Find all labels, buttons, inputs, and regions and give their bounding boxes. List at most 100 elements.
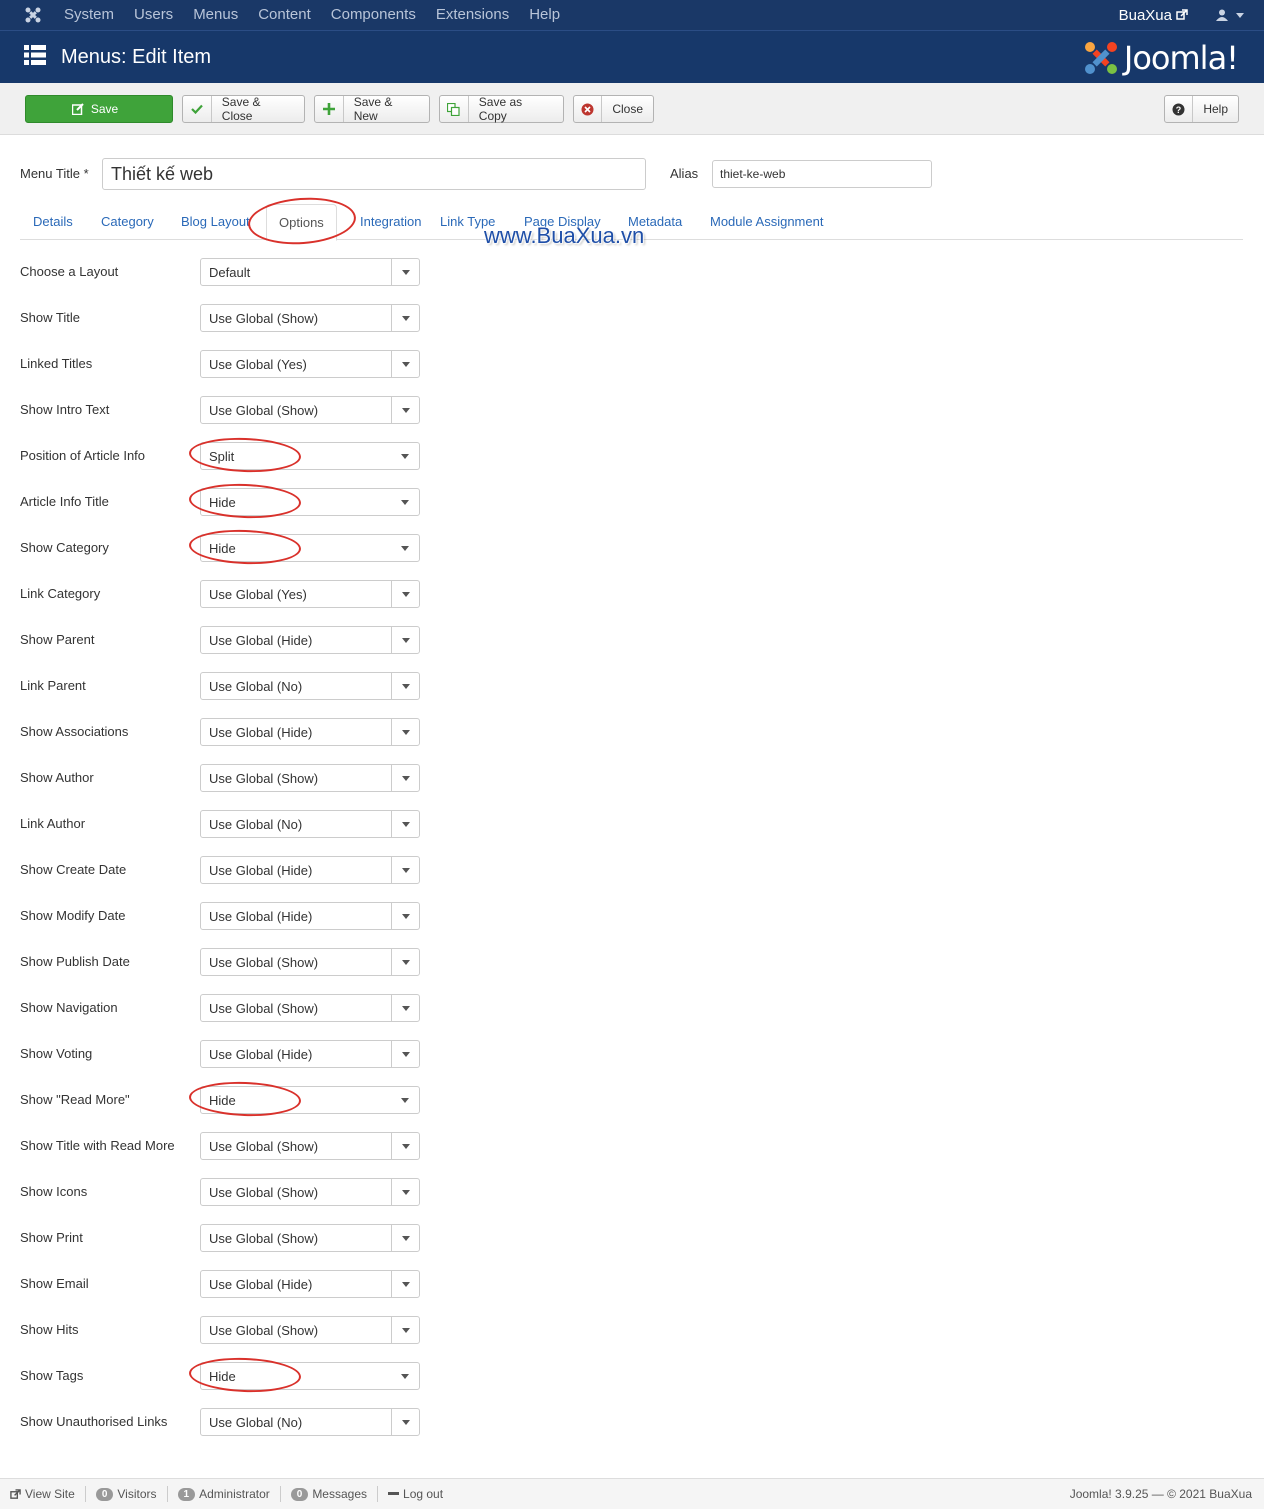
option-value: Use Global (Show): [209, 771, 319, 786]
menu-users[interactable]: Users: [124, 0, 183, 30]
option-value: Use Global (Yes): [209, 587, 307, 602]
menu-help[interactable]: Help: [519, 0, 570, 30]
caret-down-icon: [1236, 12, 1244, 18]
option-select-article-info-title[interactable]: Hide: [200, 488, 420, 516]
option-select-show-category[interactable]: Hide: [200, 534, 420, 562]
option-label-show-title: Show Title: [20, 310, 80, 325]
option-label-link-author: Link Author: [20, 816, 86, 831]
site-name: BuaXua: [1118, 6, 1172, 24]
option-select-show-read-more[interactable]: Hide: [200, 1086, 420, 1114]
chevron-down-icon: [391, 673, 419, 699]
option-label-position-of-article-info: Position of Article Info: [20, 448, 146, 463]
tab-category[interactable]: Category: [101, 214, 154, 229]
menu-menus[interactable]: Menus: [183, 0, 248, 30]
chevron-down-icon: [391, 397, 419, 423]
menu-components[interactable]: Components: [321, 0, 426, 30]
tab-module-assignment[interactable]: Module Assignment: [710, 214, 823, 229]
option-value: Use Global (Show): [209, 955, 319, 970]
save-close-button[interactable]: Save & Close: [182, 95, 305, 123]
option-select-show-title-with-read-more[interactable]: Use Global (Show): [200, 1132, 420, 1160]
option-select-show-icons[interactable]: Use Global (Show): [200, 1178, 420, 1206]
option-select-link-author[interactable]: Use Global (No): [200, 810, 420, 838]
option-select-show-author[interactable]: Use Global (Show): [200, 764, 420, 792]
view-site-label: View Site: [25, 1487, 75, 1501]
external-link-icon: [1176, 9, 1188, 20]
option-select-show-voting[interactable]: Use Global (Hide): [200, 1040, 420, 1068]
save-button[interactable]: Save: [25, 95, 173, 123]
option-label-show-tags: Show Tags: [20, 1368, 84, 1383]
option-select-choose-a-layout[interactable]: Default: [200, 258, 420, 286]
option-value: Split: [209, 449, 235, 464]
option-select-show-hits[interactable]: Use Global (Show): [200, 1316, 420, 1344]
save-new-button[interactable]: Save & New: [314, 95, 430, 123]
user-menu[interactable]: [1216, 9, 1244, 21]
view-site-link[interactable]: View Site: [0, 1486, 86, 1502]
save-copy-button[interactable]: Save as Copy: [439, 95, 564, 123]
chevron-down-icon: [391, 627, 419, 653]
chevron-down-icon: [391, 259, 419, 285]
option-label-show-author: Show Author: [20, 770, 94, 785]
option-select-show-title[interactable]: Use Global (Show): [200, 304, 420, 332]
option-select-show-publish-date[interactable]: Use Global (Show): [200, 948, 420, 976]
option-select-linked-titles[interactable]: Use Global (Yes): [200, 350, 420, 378]
save-new-label: Save & New: [353, 95, 393, 123]
chevron-down-icon: [391, 765, 419, 791]
chevron-down-icon: [391, 1409, 419, 1435]
option-select-show-parent[interactable]: Use Global (Hide): [200, 626, 420, 654]
option-select-show-navigation[interactable]: Use Global (Show): [200, 994, 420, 1022]
option-value: Use Global (Show): [209, 1185, 319, 1200]
option-select-show-create-date[interactable]: Use Global (Hide): [200, 856, 420, 884]
option-select-show-intro-text[interactable]: Use Global (Show): [200, 396, 420, 424]
save-label: Save: [90, 102, 119, 116]
plus-icon: [315, 96, 344, 122]
help-button[interactable]: ? Help: [1164, 95, 1239, 123]
watermark: www.BuaXua.vn: [484, 223, 645, 248]
site-link[interactable]: BuaXua: [1119, 7, 1188, 24]
option-select-show-unauthorised-links[interactable]: Use Global (No): [200, 1408, 420, 1436]
close-button[interactable]: Close: [573, 95, 654, 123]
tab-options[interactable]: Options: [266, 204, 337, 241]
chevron-down-icon: [391, 1363, 419, 1389]
administrator-link[interactable]: 1 Administrator: [168, 1486, 281, 1502]
option-select-show-print[interactable]: Use Global (Show): [200, 1224, 420, 1252]
edit-icon: [70, 96, 86, 122]
alias-input[interactable]: thiet-ke-web: [712, 160, 932, 188]
chevron-down-icon: [391, 535, 419, 561]
tab-integration[interactable]: Integration: [360, 214, 421, 229]
chevron-down-icon: [391, 719, 419, 745]
menu-system[interactable]: System: [54, 0, 124, 30]
option-select-show-modify-date[interactable]: Use Global (Hide): [200, 902, 420, 930]
option-value: Use Global (Show): [209, 1139, 319, 1154]
tab-details[interactable]: Details: [33, 214, 73, 229]
option-select-link-parent[interactable]: Use Global (No): [200, 672, 420, 700]
menu-title-input[interactable]: Thiết kế web: [102, 158, 646, 190]
status-bar: View Site 0 Visitors 1 Administrator 0 M…: [0, 1478, 1264, 1509]
tab-blog-layout[interactable]: Blog Layout: [181, 214, 250, 229]
chevron-down-icon: [391, 1041, 419, 1067]
copy-icon: [440, 96, 469, 122]
question-icon: ?: [1165, 96, 1194, 122]
messages-link[interactable]: 0 Messages: [281, 1486, 379, 1502]
visitors-link[interactable]: 0 Visitors: [86, 1486, 168, 1502]
option-label-show-intro-text: Show Intro Text: [20, 402, 110, 417]
menu-extensions[interactable]: Extensions: [426, 0, 519, 30]
option-value: Use Global (Hide): [209, 909, 313, 924]
option-select-show-email[interactable]: Use Global (Hide): [200, 1270, 420, 1298]
option-value: Use Global (Show): [209, 311, 319, 326]
chevron-down-icon: [391, 811, 419, 837]
option-select-link-category[interactable]: Use Global (Yes): [200, 580, 420, 608]
option-select-show-tags[interactable]: Hide: [200, 1362, 420, 1390]
messages-label: Messages: [312, 1487, 368, 1501]
option-select-show-associations[interactable]: Use Global (Hide): [200, 718, 420, 746]
chevron-down-icon: [391, 1225, 419, 1251]
joomla-small-logo-icon[interactable]: [18, 0, 48, 30]
logout-link[interactable]: Log out: [378, 1486, 453, 1502]
option-label-show-parent: Show Parent: [20, 632, 95, 647]
external-link-icon: [10, 1488, 21, 1499]
help-label: Help: [1203, 102, 1228, 116]
option-value: Use Global (Show): [209, 1323, 319, 1338]
menu-content[interactable]: Content: [248, 0, 321, 30]
option-label-show-navigation: Show Navigation: [20, 1000, 118, 1015]
option-select-position-of-article-info[interactable]: Split: [200, 442, 420, 470]
option-value: Use Global (Yes): [209, 357, 307, 372]
